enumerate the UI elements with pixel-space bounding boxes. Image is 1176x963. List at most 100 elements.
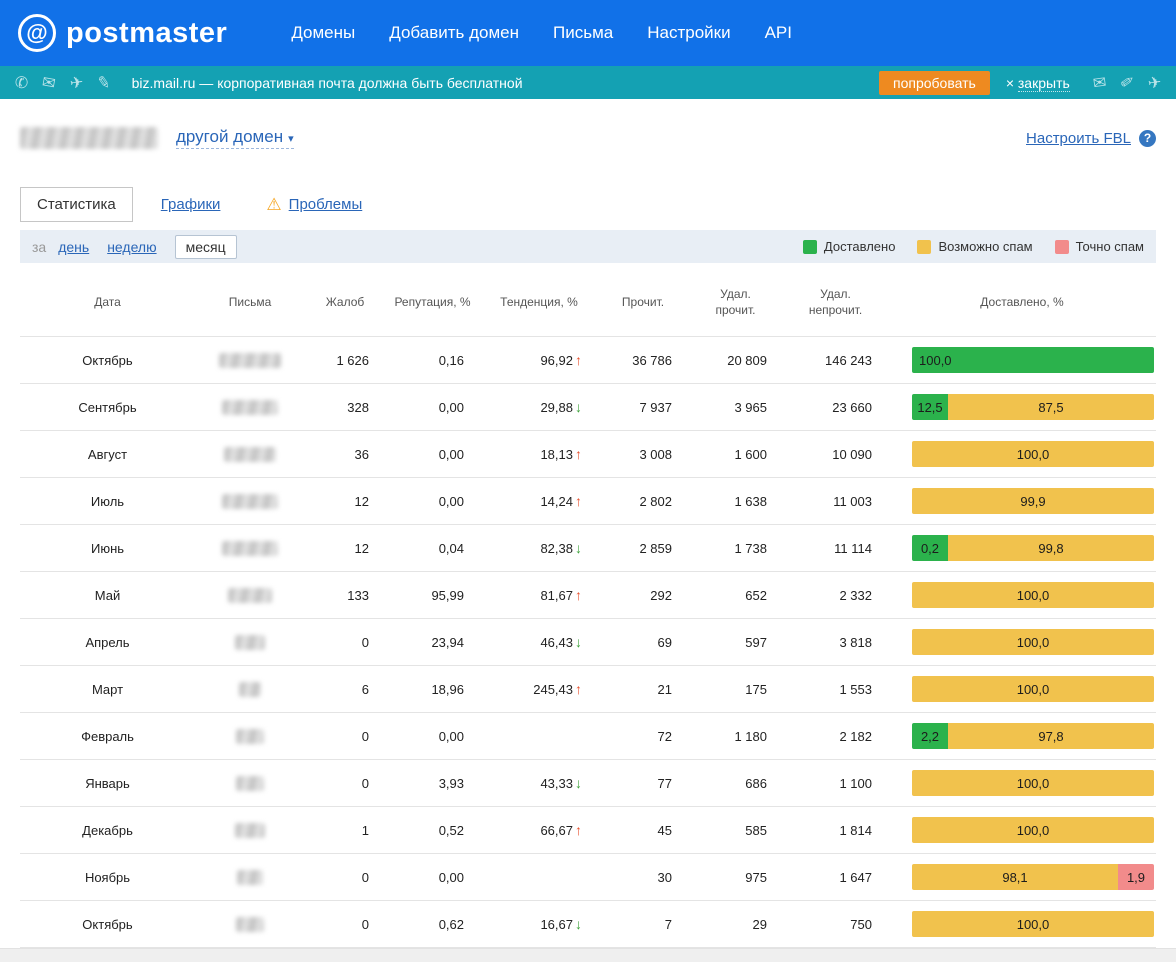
- cell-reputation: 18,96: [385, 666, 480, 713]
- help-icon[interactable]: ?: [1139, 130, 1156, 147]
- promo-banner: ✆✉✈✎ biz.mail.ru — корпоративная почта д…: [0, 66, 1176, 99]
- cell-delivered-bar: 100,0: [888, 619, 1156, 666]
- cell-deleted-unread: 23 660: [783, 384, 888, 431]
- delivered-bar: 99,9: [912, 488, 1154, 514]
- doodle-icon: ✉: [41, 71, 58, 93]
- cell-complaints: 12: [305, 525, 385, 572]
- cell-complaints: 328: [305, 384, 385, 431]
- doodle-icon: ✆: [14, 72, 30, 94]
- bar-segment-maybe_spam: 99,8: [948, 535, 1154, 561]
- try-button[interactable]: попробовать: [879, 71, 990, 95]
- chevron-down-icon: ▾: [288, 133, 294, 145]
- trend-down-icon: ↓: [575, 634, 582, 650]
- cell-deleted-unread: 1 553: [783, 666, 888, 713]
- legend-item: Доставлено: [803, 239, 896, 254]
- cell-reputation: 95,99: [385, 572, 480, 619]
- cell-deleted-unread: 1 100: [783, 760, 888, 807]
- cell-date: Июль: [20, 478, 195, 525]
- cell-complaints: 0: [305, 713, 385, 760]
- fbl-settings-link[interactable]: Настроить FBL: [1026, 130, 1131, 147]
- cell-reputation: 0,04: [385, 525, 480, 572]
- cell-deleted-read: 1 638: [688, 478, 783, 525]
- bar-segment-delivered: 0,2: [912, 535, 948, 561]
- cell-date: Март: [20, 666, 195, 713]
- column-header: Удал. прочит.: [688, 273, 783, 337]
- cell-complaints: 133: [305, 572, 385, 619]
- period-link[interactable]: неделю: [107, 239, 156, 255]
- other-domain-label: другой домен: [176, 127, 283, 146]
- cell-date: Январь: [20, 760, 195, 807]
- table-row: Март618,96245,43↑211751 553100,0: [20, 666, 1156, 713]
- bar-segment-delivered: 12,5: [912, 394, 948, 420]
- top-bar: @ postmaster Домены Добавить домен Письма Н…: [0, 0, 1176, 66]
- banner-close-button[interactable]: × закрыть: [1006, 75, 1070, 91]
- table-row: Июнь120,0482,38↓2 8591 73811 1140,299,8: [20, 525, 1156, 572]
- cell-read: 7 937: [598, 384, 688, 431]
- cell-deleted-read: 597: [688, 619, 783, 666]
- domain-name-blurred: [20, 127, 158, 149]
- legend-swatch: [803, 240, 817, 254]
- tab-problems[interactable]: Проблемы: [289, 196, 363, 213]
- table-row: Ноябрь00,00309751 64798,11,9: [20, 854, 1156, 901]
- nav-item[interactable]: Письма: [553, 23, 613, 43]
- postmaster-logo[interactable]: @ postmaster: [18, 14, 227, 52]
- cell-delivered-bar: 2,297,8: [888, 713, 1156, 760]
- nav-item[interactable]: Добавить домен: [389, 23, 519, 43]
- blurred-value: [236, 917, 264, 932]
- table-row: Декабрь10,5266,67↑455851 814100,0: [20, 807, 1156, 854]
- cell-date: Ноябрь: [20, 854, 195, 901]
- column-header: Прочит.: [598, 273, 688, 337]
- doodle-icon: ✉: [1091, 72, 1107, 94]
- period-link[interactable]: день: [58, 239, 89, 255]
- cell-date: Апрель: [20, 619, 195, 666]
- trend-up-icon: ↑: [575, 352, 582, 368]
- trend-down-icon: ↓: [575, 775, 582, 791]
- logo-text: postmaster: [66, 17, 227, 50]
- cell-read: 77: [598, 760, 688, 807]
- bar-segment-maybe_spam: 98,1: [912, 864, 1118, 890]
- banner-doodles-right: ✉✐✈: [1086, 73, 1168, 93]
- main-content: другой домен ▾ Настроить FBL ? Статистика…: [0, 123, 1176, 948]
- cell-deleted-read: 3 965: [688, 384, 783, 431]
- trend-up-icon: ↑: [575, 587, 582, 603]
- other-domain-dropdown[interactable]: другой домен ▾: [176, 127, 294, 149]
- table-body: Октябрь1 6260,1696,92↑36 78620 809146 24…: [20, 337, 1156, 948]
- table-row: Февраль00,00721 1802 1822,297,8: [20, 713, 1156, 760]
- cell-letters-blurred: [195, 854, 305, 901]
- blurred-value: [235, 823, 265, 838]
- cell-reputation: 3,93: [385, 760, 480, 807]
- table-header-row: ДатаПисьмаЖалобРепутация, %Тенденция, %П…: [20, 273, 1156, 337]
- cell-deleted-unread: 1 647: [783, 854, 888, 901]
- cell-delivered-bar: 100,0: [888, 807, 1156, 854]
- cell-complaints: 0: [305, 854, 385, 901]
- cell-reputation: 0,00: [385, 431, 480, 478]
- bar-segment-maybe_spam: 99,9: [912, 488, 1154, 514]
- legend-item: Возможно спам: [917, 239, 1032, 254]
- nav-item[interactable]: API: [765, 23, 792, 43]
- column-header: Письма: [195, 273, 305, 337]
- cell-read: 2 859: [598, 525, 688, 572]
- cell-letters-blurred: [195, 431, 305, 478]
- cell-reputation: 0,00: [385, 713, 480, 760]
- statistics-table: ДатаПисьмаЖалобРепутация, %Тенденция, %П…: [20, 273, 1156, 948]
- cell-deleted-unread: 750: [783, 901, 888, 948]
- cell-deleted-read: 1 600: [688, 431, 783, 478]
- banner-message: biz.mail.ru — корпоративная почта должна…: [132, 75, 523, 91]
- cell-reputation: 0,62: [385, 901, 480, 948]
- column-header: Тенденция, %: [480, 273, 598, 337]
- cell-letters-blurred: [195, 384, 305, 431]
- trend-up-icon: ↑: [575, 446, 582, 462]
- period-selected[interactable]: месяц: [175, 235, 237, 259]
- tab-charts[interactable]: Графики: [161, 196, 221, 213]
- cell-deleted-read: 1 180: [688, 713, 783, 760]
- cell-read: 36 786: [598, 337, 688, 384]
- nav-item[interactable]: Домены: [291, 23, 355, 43]
- cell-read: 2 802: [598, 478, 688, 525]
- cell-delivered-bar: 12,587,5: [888, 384, 1156, 431]
- bar-segment-maybe_spam: 100,0: [912, 911, 1154, 937]
- cell-date: Октябрь: [20, 337, 195, 384]
- cell-deleted-read: 585: [688, 807, 783, 854]
- cell-letters-blurred: [195, 337, 305, 384]
- nav-item[interactable]: Настройки: [647, 23, 730, 43]
- tab-statistics[interactable]: Статистика: [20, 187, 133, 222]
